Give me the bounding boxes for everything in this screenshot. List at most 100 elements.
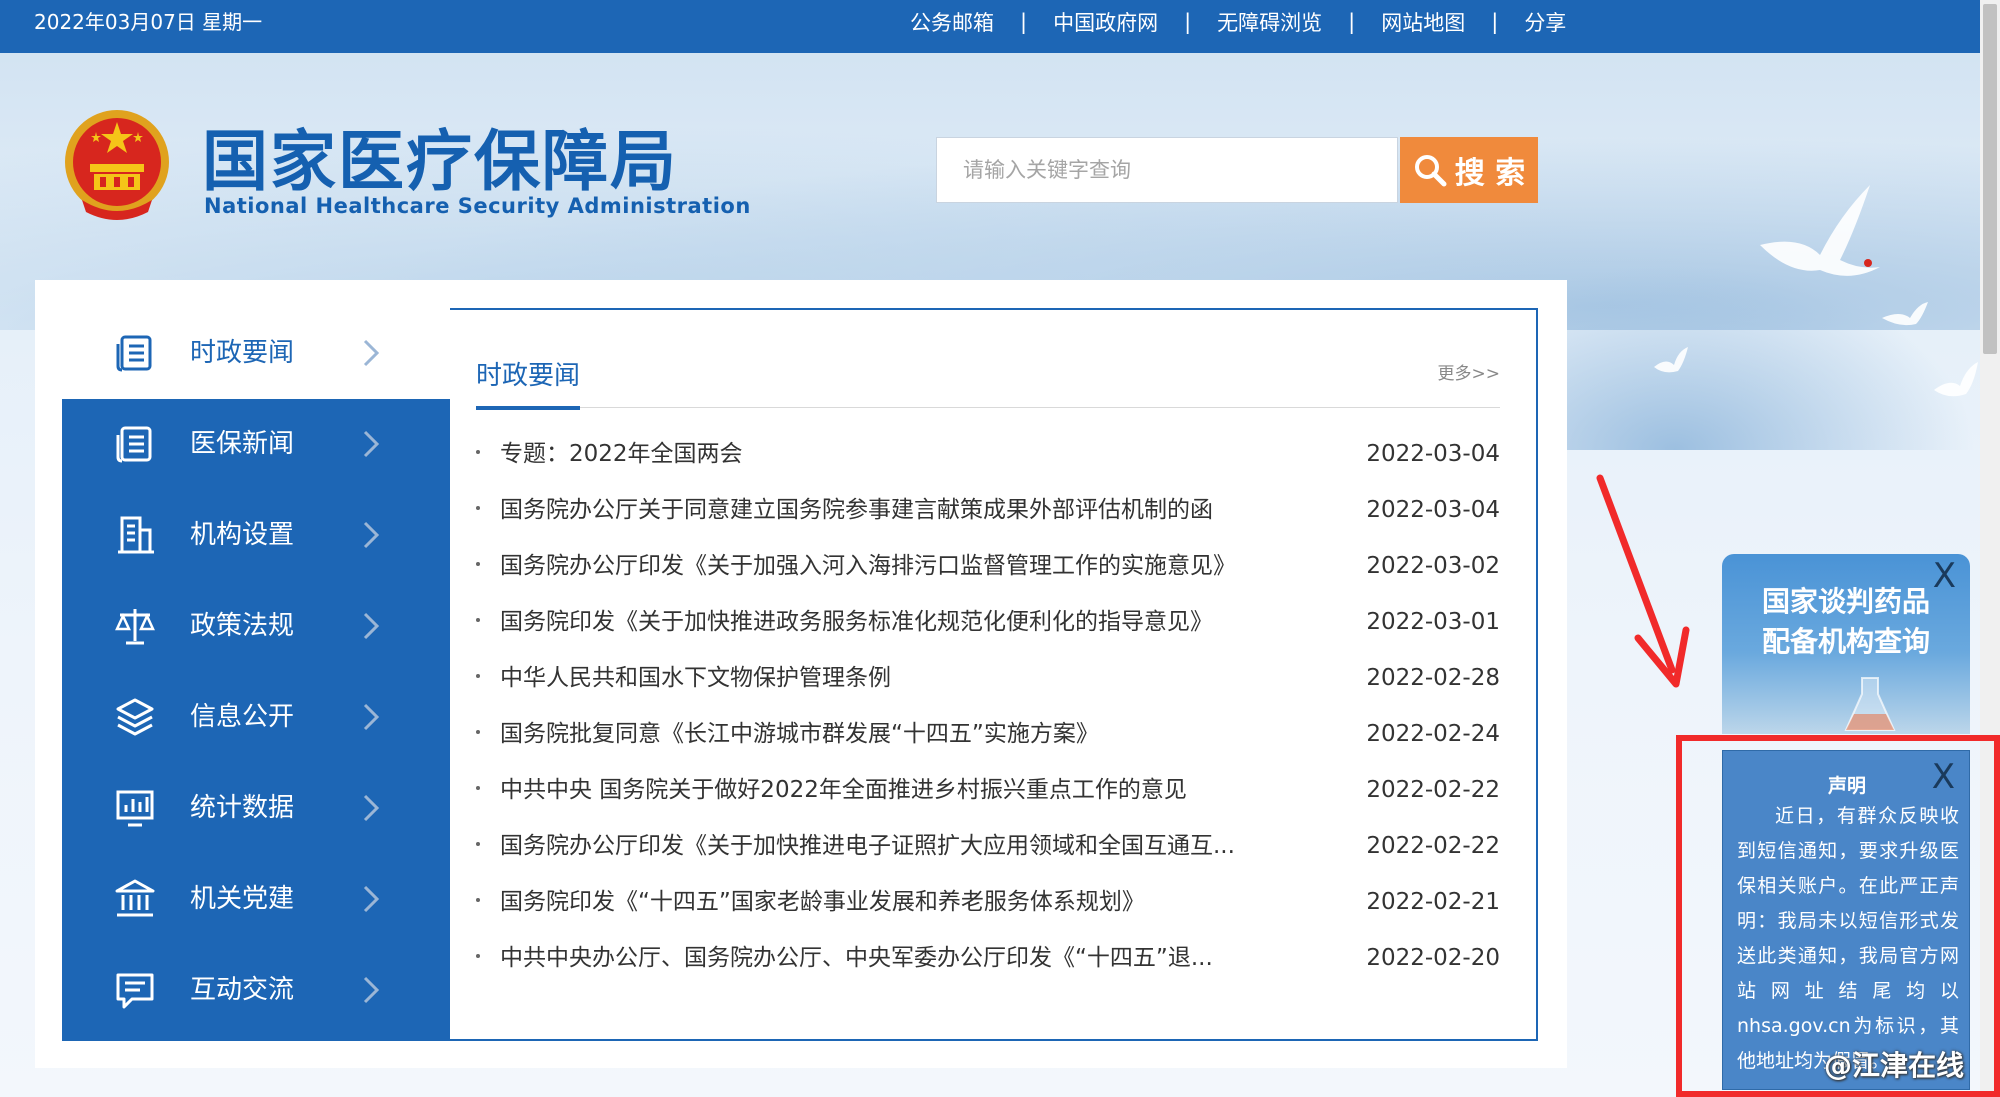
sidebar-item-label: 机关党建 xyxy=(190,884,295,914)
chevron-right-icon xyxy=(363,612,380,640)
sidebar-item-label: 统计数据 xyxy=(190,793,295,823)
news-title-link[interactable]: 中华人民共和国水下文物保护管理条例 xyxy=(500,655,1300,701)
news-title-link[interactable]: 中共中央 国务院关于做好2022年全面推进乡村振兴重点工作的意见 xyxy=(500,767,1300,813)
news-title-link[interactable]: 国务院办公厅关于同意建立国务院参事建言献策成果外部评估机制的函 xyxy=(500,487,1300,533)
dove-icon xyxy=(1934,362,1978,397)
link-sitemap[interactable]: 网站地图 xyxy=(1371,7,1475,37)
news-list: 专题：2022年全国两会 2022-03-04 国务院办公厅关于同意建立国务院参事… xyxy=(476,431,1500,991)
notice-popup: 声明 X 近日，有群众反映收到短信通知，要求升级医保相关账户。在此严正声明：我局… xyxy=(1722,750,1970,1090)
link-accessibility[interactable]: 无障碍浏览 xyxy=(1207,7,1332,37)
sidebar-item-organization[interactable]: 机构设置 xyxy=(62,490,450,581)
chevron-right-icon xyxy=(363,703,380,731)
news-title-link[interactable]: 国务院印发《关于加快推进政务服务标准化规范化便利化的指导意见》 xyxy=(500,599,1300,645)
list-item: 国务院办公厅关于同意建立国务院参事建言献策成果外部评估机制的函 2022-03-0… xyxy=(476,487,1500,543)
news-title-link[interactable]: 国务院印发《“十四五”国家老龄事业发展和养老服务体系规划》 xyxy=(500,879,1300,925)
bullet-icon xyxy=(476,786,480,790)
bullet-icon xyxy=(476,842,480,846)
chevron-right-icon xyxy=(363,430,380,458)
scales-icon xyxy=(115,609,155,645)
news-document-icon xyxy=(116,335,152,372)
scrollbar-thumb[interactable] xyxy=(1983,4,1997,354)
link-official-mail[interactable]: 公务邮箱 xyxy=(900,7,1004,37)
news-title-link[interactable]: 国务院办公厅印发《关于加强入河入海排污口监督管理工作的实施意见》 xyxy=(500,543,1300,589)
sidebar-item-statistics[interactable]: 统计数据 xyxy=(62,763,450,854)
sidebar-item-info-disclosure[interactable]: 信息公开 xyxy=(62,672,450,763)
close-icon[interactable]: X xyxy=(1933,556,1956,596)
list-item: 中共中央 国务院关于做好2022年全面推进乡村振兴重点工作的意见 2022-02-… xyxy=(476,767,1500,823)
top-links: 公务邮箱 | 中国政府网 | 无障碍浏览 | 网站地图 | 分享 xyxy=(900,0,1576,44)
sidebar-item-label: 信息公开 xyxy=(190,702,295,732)
top-bar: 2022年03月07日 星期一 公务邮箱 | 中国政府网 | 无障碍浏览 | 网… xyxy=(0,0,1980,53)
news-date: 2022-02-28 xyxy=(1366,665,1500,691)
bullet-icon xyxy=(476,562,480,566)
watermark: @江津在线 xyxy=(1824,1049,1965,1082)
drug-query-line2: 配备机构查询 xyxy=(1761,625,1930,658)
dove-icon xyxy=(1654,347,1688,373)
list-item: 中共中央办公厅、国务院办公厅、中央军委办公厅印发《“十四五”退... 2022-0… xyxy=(476,935,1500,991)
news-date: 2022-03-04 xyxy=(1366,497,1500,523)
chevron-right-icon xyxy=(363,976,380,1004)
chevron-right-icon xyxy=(363,794,380,822)
more-link[interactable]: 更多>> xyxy=(1438,359,1501,384)
news-title-link[interactable]: 专题：2022年全国两会 xyxy=(500,431,1300,477)
news-title-link[interactable]: 中共中央办公厅、国务院办公厅、中央军委办公厅印发《“十四五”退... xyxy=(500,935,1300,981)
link-share[interactable]: 分享 xyxy=(1514,7,1576,37)
sidebar-item-label: 时政要闻 xyxy=(190,338,295,368)
list-item: 国务院办公厅印发《关于加快推进电子证照扩大应用领域和全国互通互... 2022-0… xyxy=(476,823,1500,879)
news-section-title[interactable]: 时政要闻 xyxy=(476,355,581,410)
chevron-right-icon xyxy=(363,521,380,549)
institution-icon xyxy=(115,879,155,917)
separator: | xyxy=(1020,10,1028,34)
separator: | xyxy=(1348,10,1356,34)
news-date: 2022-02-22 xyxy=(1366,777,1500,803)
sidebar-item-political-news[interactable]: 时政要闻 xyxy=(62,308,450,399)
news-title-link[interactable]: 国务院办公厅印发《关于加快推进电子证照扩大应用领域和全国互通互... xyxy=(500,823,1300,869)
bullet-icon xyxy=(476,450,480,454)
bullet-icon xyxy=(476,618,480,622)
sidebar-item-interaction[interactable]: 互动交流 xyxy=(62,945,450,1036)
news-content: 时政要闻 更多>> 专题：2022年全国两会 2022-03-04 国务院办公厅关… xyxy=(476,345,1501,971)
list-item: 国务院印发《“十四五”国家老龄事业发展和养老服务体系规划》 2022-02-21 xyxy=(476,879,1500,935)
site-title-english[interactable]: National Healthcare Security Administrat… xyxy=(204,194,751,218)
chart-monitor-icon xyxy=(116,790,154,827)
notice-body: 近日，有群众反映收到短信通知，要求升级医保相关账户。在此严正声明：我局未以短信形… xyxy=(1737,805,1959,1072)
news-date: 2022-02-21 xyxy=(1366,889,1500,915)
site-title-chinese[interactable]: 国家医疗保障局 xyxy=(202,108,678,204)
bullet-icon xyxy=(476,898,480,902)
bullet-icon xyxy=(476,506,480,510)
news-date: 2022-03-01 xyxy=(1366,609,1500,635)
sidebar-item-policy[interactable]: 政策法规 xyxy=(62,581,450,672)
newspaper-icon xyxy=(116,426,152,463)
news-date: 2022-02-24 xyxy=(1366,721,1500,747)
separator: | xyxy=(1491,10,1499,34)
sidebar-item-healthcare-news[interactable]: 医保新闻 xyxy=(62,399,450,490)
red-arrow-annotation xyxy=(1596,474,1690,688)
category-sidebar: 时政要闻 医保新闻 机构设置 政策法规 信息公开 统计数据 机关党建 互动交流 xyxy=(62,308,450,1041)
national-emblem-icon[interactable] xyxy=(62,104,172,224)
bullet-icon xyxy=(476,954,480,958)
sidebar-item-label: 机构设置 xyxy=(190,520,295,550)
list-item: 中华人民共和国水下文物保护管理条例 2022-02-28 xyxy=(476,655,1500,711)
search-button-label: 搜 索 xyxy=(1454,156,1526,191)
sidebar-item-label: 医保新闻 xyxy=(190,429,295,459)
search-input[interactable] xyxy=(936,137,1398,203)
bullet-icon xyxy=(476,674,480,678)
sidebar-item-label: 政策法规 xyxy=(190,611,295,641)
news-date: 2022-02-22 xyxy=(1366,833,1500,859)
beaker-icon xyxy=(1844,677,1896,731)
drug-query-widget[interactable]: 国家谈判药品 配备机构查询 X xyxy=(1722,554,1970,734)
news-header: 时政要闻 更多>> xyxy=(476,345,1501,410)
current-date: 2022年03月07日 星期一 xyxy=(34,10,263,34)
close-icon[interactable]: X xyxy=(1932,757,1955,797)
list-item: 专题：2022年全国两会 2022-03-04 xyxy=(476,431,1500,487)
list-item: 国务院办公厅印发《关于加强入河入海排污口监督管理工作的实施意见》 2022-03-… xyxy=(476,543,1500,599)
news-date: 2022-03-04 xyxy=(1366,441,1500,467)
news-title-link[interactable]: 国务院批复同意《长江中游城市群发展“十四五”实施方案》 xyxy=(500,711,1300,757)
list-item: 国务院印发《关于加快推进政务服务标准化规范化便利化的指导意见》 2022-03-0… xyxy=(476,599,1500,655)
search-icon xyxy=(1414,155,1447,187)
dove-icon xyxy=(1760,185,1880,276)
sidebar-item-party-building[interactable]: 机关党建 xyxy=(62,854,450,945)
link-gov-site[interactable]: 中国政府网 xyxy=(1043,7,1168,37)
search-button[interactable]: 搜 索 xyxy=(1400,137,1538,203)
news-date: 2022-02-20 xyxy=(1366,945,1500,971)
